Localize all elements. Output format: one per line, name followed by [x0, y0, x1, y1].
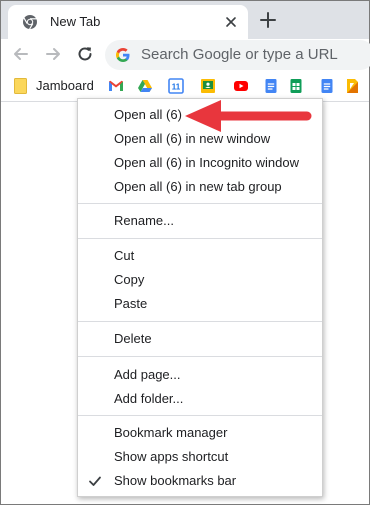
menu-separator	[78, 356, 322, 357]
menu-rename[interactable]: Rename...	[78, 209, 322, 233]
menu-bookmark-manager[interactable]: Bookmark manager	[78, 421, 322, 445]
menu-add-folder[interactable]: Add folder...	[78, 387, 322, 411]
youtube-icon[interactable]	[233, 78, 249, 94]
menu-separator	[78, 415, 322, 416]
menu-separator	[78, 238, 322, 239]
google-docs-icon[interactable]	[263, 78, 279, 94]
tab-title: New Tab	[50, 14, 101, 29]
menu-delete[interactable]: Delete	[78, 327, 322, 351]
menu-copy[interactable]: Copy	[78, 268, 322, 292]
google-keep-icon[interactable]	[344, 78, 360, 94]
google-docs-icon[interactable]	[319, 78, 335, 94]
toolbar: Search Google or type a URL	[1, 39, 370, 70]
google-classroom-icon[interactable]	[200, 78, 216, 94]
bookmark-context-menu: Open all (6) Open all (6) in new window …	[77, 98, 323, 497]
menu-open-all-incognito[interactable]: Open all (6) in Incognito window	[78, 151, 322, 175]
bookmark-jamboard[interactable]: Jamboard	[36, 78, 94, 94]
annotation-arrow-icon	[185, 100, 312, 132]
tab-new-tab[interactable]: New Tab	[8, 5, 248, 39]
google-calendar-icon[interactable]: 11	[168, 78, 184, 94]
menu-item-label: Open all (6) in Incognito window	[114, 155, 299, 170]
google-g-icon	[116, 48, 130, 62]
menu-show-bookmarks-bar[interactable]: Show bookmarks bar	[78, 469, 322, 493]
menu-item-label: Paste	[114, 296, 148, 311]
checkmark-icon	[89, 476, 101, 486]
menu-item-label: Open all (6)	[114, 107, 182, 122]
menu-item-label: Show apps shortcut	[114, 449, 229, 464]
menu-open-all-tab-group[interactable]: Open all (6) in new tab group	[78, 175, 322, 199]
menu-separator	[78, 321, 322, 322]
menu-item-label: Bookmark manager	[114, 425, 228, 440]
reload-icon[interactable]	[75, 44, 95, 64]
menu-show-apps-shortcut[interactable]: Show apps shortcut	[78, 445, 322, 469]
menu-cut[interactable]: Cut	[78, 244, 322, 268]
google-drive-icon[interactable]	[137, 78, 153, 94]
menu-item-label: Show bookmarks bar	[114, 473, 237, 488]
google-sheets-icon[interactable]	[288, 78, 304, 94]
folder-icon[interactable]	[14, 78, 27, 94]
menu-paste[interactable]: Paste	[78, 292, 322, 316]
calendar-day: 11	[172, 83, 181, 92]
menu-item-label: Open all (6) in new window	[114, 131, 271, 146]
menu-item-label: Add page...	[114, 367, 181, 382]
tab-strip: New Tab	[1, 1, 369, 39]
menu-item-label: Copy	[114, 272, 145, 287]
menu-item-label: Add folder...	[114, 391, 184, 406]
menu-item-label: Delete	[114, 331, 152, 346]
menu-separator	[78, 203, 322, 204]
new-tab-plus-icon[interactable]	[258, 10, 278, 30]
gmail-icon[interactable]	[108, 78, 124, 94]
close-icon[interactable]	[224, 15, 238, 29]
menu-item-label: Cut	[114, 248, 135, 263]
chrome-icon	[23, 15, 37, 30]
forward-arrow-icon[interactable]	[43, 44, 63, 64]
omnibox-placeholder: Search Google or type a URL	[141, 46, 338, 63]
omnibox[interactable]: Search Google or type a URL	[105, 40, 370, 70]
menu-item-label: Open all (6) in new tab group	[114, 179, 282, 194]
menu-add-page[interactable]: Add page...	[78, 363, 322, 387]
back-arrow-icon[interactable]	[11, 44, 31, 64]
menu-item-label: Rename...	[114, 213, 174, 228]
